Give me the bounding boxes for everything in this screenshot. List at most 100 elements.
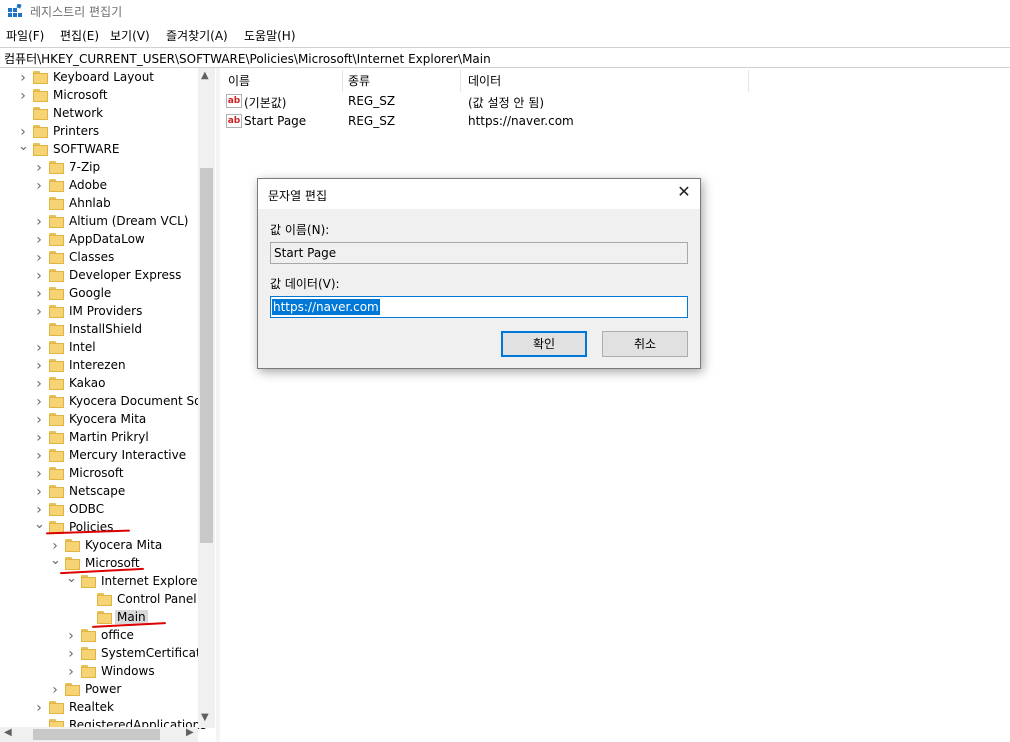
tree-node[interactable]: › AppDataLow [0, 231, 216, 249]
scroll-thumb[interactable] [200, 168, 213, 543]
tree-node[interactable]: › IM Providers [0, 303, 216, 321]
tree-node[interactable]: › SystemCertificates [0, 645, 216, 663]
tree-node[interactable]: ⌄ SOFTWARE [0, 140, 216, 159]
chevron-right-icon[interactable]: › [34, 357, 44, 375]
scroll-down-icon[interactable]: ▼ [201, 712, 209, 723]
tree-node[interactable]: › Microsoft [0, 87, 216, 105]
chevron-right-icon[interactable]: › [34, 159, 44, 177]
value-row-start-page[interactable]: ab Start Page REG_SZ https://naver.com [220, 112, 750, 132]
values-list[interactable]: 이름 종류 데이터 ab (기본값) REG_SZ (값 설정 안 됨) ab … [220, 68, 1010, 742]
tree-node[interactable]: › Microsoft [0, 465, 216, 483]
chevron-right-icon[interactable]: › [34, 375, 44, 393]
chevron-right-icon[interactable]: › [34, 411, 44, 429]
chevron-right-icon[interactable]: › [34, 267, 44, 285]
chevron-right-icon[interactable]: › [18, 69, 28, 87]
tree-connector [82, 591, 92, 609]
folder-icon [49, 485, 65, 498]
tree-node[interactable]: › Intel [0, 339, 216, 357]
ok-button[interactable]: 확인 [501, 331, 587, 357]
scroll-right-icon[interactable]: ▶ [186, 727, 194, 738]
folder-icon [49, 197, 65, 210]
chevron-right-icon[interactable]: › [66, 645, 76, 663]
tree-node[interactable]: › Printers [0, 123, 216, 141]
tree-node[interactable]: › Kakao [0, 375, 216, 393]
chevron-right-icon[interactable]: › [34, 447, 44, 465]
chevron-down-icon[interactable]: ⌄ [50, 554, 61, 573]
tree-node[interactable]: › Altium (Dream VCL) [0, 213, 216, 231]
tree-horizontal-scrollbar[interactable]: ◀ ▶ [0, 727, 198, 742]
scroll-up-icon[interactable]: ▲ [201, 70, 209, 81]
folder-icon [49, 305, 65, 318]
chevron-right-icon[interactable]: › [34, 699, 44, 717]
tree-node-label: Network [53, 106, 104, 120]
chevron-down-icon[interactable]: ⌄ [66, 572, 77, 591]
tree-node[interactable]: ⌄ Internet Explorer [0, 572, 216, 591]
tree-node[interactable]: › Classes [0, 249, 216, 267]
chevron-right-icon[interactable]: › [66, 663, 76, 681]
tree-node[interactable]: › Kyocera Mita [0, 537, 216, 555]
tree-node[interactable]: Control Panel [0, 591, 216, 609]
address-bar[interactable]: 컴퓨터\HKEY_CURRENT_USER\SOFTWARE\Policies\… [0, 47, 1010, 68]
tree-node[interactable]: ⌄ Policies [0, 518, 216, 537]
tree-node[interactable]: › Windows [0, 663, 216, 681]
menu-file[interactable]: 파일(F) [6, 27, 44, 44]
tree-node-label: Internet Explorer [101, 574, 203, 588]
tree-node[interactable]: › Realtek [0, 699, 216, 717]
chevron-right-icon[interactable]: › [18, 87, 28, 105]
address-path: 컴퓨터\HKEY_CURRENT_USER\SOFTWARE\Policies\… [4, 52, 491, 66]
chevron-down-icon[interactable]: ⌄ [18, 140, 29, 159]
value-name-text: Start Page [274, 246, 337, 260]
tree-node[interactable]: › Keyboard Layout [0, 69, 216, 87]
tree-node-label: Power [85, 682, 122, 696]
chevron-down-icon[interactable]: ⌄ [34, 518, 45, 537]
dialog-body: 값 이름(N): Start Page 값 데이터(V): https://na… [258, 209, 700, 368]
tree-node[interactable]: › office [0, 627, 216, 645]
chevron-right-icon[interactable]: › [34, 231, 44, 249]
chevron-right-icon[interactable]: › [34, 285, 44, 303]
tree-node[interactable]: › Interezen [0, 357, 216, 375]
tree-node[interactable]: › Power [0, 681, 216, 699]
tree-node[interactable]: › ODBC [0, 501, 216, 519]
tree-node[interactable]: Ahnlab [0, 195, 216, 213]
tree-node[interactable]: › Adobe [0, 177, 216, 195]
tree-node[interactable]: › Kyocera Mita [0, 411, 216, 429]
tree-node[interactable]: › Google [0, 285, 216, 303]
scroll-thumb-horizontal[interactable] [33, 729, 160, 740]
tree-node[interactable]: › Netscape [0, 483, 216, 501]
tree-node-label: Netscape [69, 484, 126, 498]
scroll-left-icon[interactable]: ◀ [4, 727, 12, 738]
column-name[interactable]: 이름 [228, 72, 250, 89]
menu-favorites[interactable]: 즐겨찾기(A) [166, 27, 228, 44]
menu-help[interactable]: 도움말(H) [244, 27, 296, 44]
cancel-button[interactable]: 취소 [602, 331, 688, 357]
chevron-right-icon[interactable]: › [34, 177, 44, 195]
chevron-right-icon[interactable]: › [34, 303, 44, 321]
menu-edit[interactable]: 편집(E) [60, 27, 99, 44]
tree-vertical-scrollbar[interactable]: ▲ ▼ [198, 68, 215, 728]
chevron-right-icon[interactable]: › [34, 339, 44, 357]
column-data[interactable]: 데이터 [468, 72, 501, 89]
column-type[interactable]: 종류 [348, 72, 370, 89]
tree-node[interactable]: › Developer Express [0, 267, 216, 285]
tree-node[interactable]: › 7-Zip [0, 159, 216, 177]
registry-tree[interactable]: › Keyboard Layout › Microsoft Network › Printe… [0, 68, 217, 742]
value-row-default[interactable]: ab (기본값) REG_SZ (값 설정 안 됨) [220, 92, 750, 112]
close-icon[interactable]: ✕ [672, 182, 696, 201]
tree-node[interactable]: › Kyocera Document Solu [0, 393, 216, 411]
tree-node[interactable]: › Martin Prikryl [0, 429, 216, 447]
tree-node[interactable]: › Mercury Interactive [0, 447, 216, 465]
chevron-right-icon[interactable]: › [34, 483, 44, 501]
folder-icon [49, 377, 65, 390]
chevron-right-icon[interactable]: › [66, 627, 76, 645]
chevron-right-icon[interactable]: › [34, 213, 44, 231]
menu-view[interactable]: 보기(V) [110, 27, 150, 44]
chevron-right-icon[interactable]: › [34, 465, 44, 483]
chevron-right-icon[interactable]: › [34, 249, 44, 267]
chevron-right-icon[interactable]: › [34, 429, 44, 447]
chevron-right-icon[interactable]: › [50, 681, 60, 699]
value-data-input[interactable]: https://naver.com [270, 296, 688, 318]
chevron-right-icon[interactable]: › [34, 393, 44, 411]
folder-icon [33, 107, 49, 120]
tree-node[interactable]: InstallShield [0, 321, 216, 339]
tree-node[interactable]: Network [0, 105, 216, 123]
